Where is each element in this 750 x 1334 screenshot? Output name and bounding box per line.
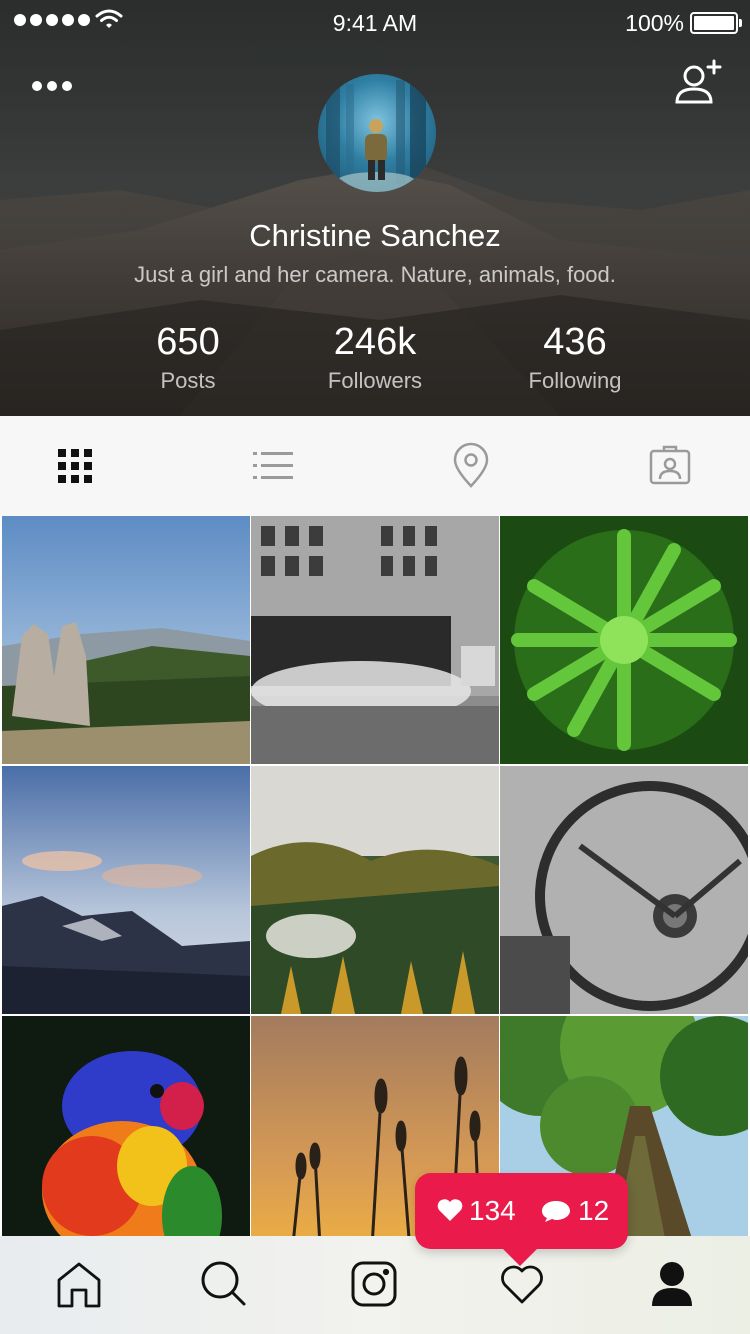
photo-grid bbox=[0, 516, 750, 1236]
stat-posts-value: 650 bbox=[156, 321, 220, 363]
add-user-button[interactable] bbox=[672, 58, 724, 108]
list-icon bbox=[253, 452, 293, 479]
heart-icon bbox=[501, 1265, 543, 1304]
nav-home[interactable] bbox=[53, 1258, 105, 1310]
nav-activity[interactable] bbox=[496, 1258, 548, 1310]
location-pin-icon bbox=[453, 442, 489, 488]
nav-profile[interactable] bbox=[646, 1258, 698, 1310]
battery-percentage: 100% bbox=[625, 10, 684, 36]
photo-rocky-mountain-forest[interactable] bbox=[2, 516, 250, 764]
bottom-tab-bar bbox=[0, 1236, 750, 1334]
likes-count: 134 bbox=[469, 1195, 516, 1226]
profile-icon bbox=[652, 1262, 692, 1306]
add-user-icon bbox=[675, 59, 722, 104]
nav-camera[interactable] bbox=[348, 1258, 400, 1310]
nav-search[interactable] bbox=[198, 1258, 250, 1310]
stat-following-label: Following bbox=[528, 368, 622, 393]
stat-followers-label: Followers bbox=[327, 368, 423, 393]
avatar[interactable] bbox=[318, 74, 436, 192]
more-dot-icon bbox=[32, 81, 42, 91]
status-bar: 9:41 AM 100% bbox=[0, 0, 750, 44]
stat-posts-label: Posts bbox=[160, 368, 216, 393]
tab-location[interactable] bbox=[446, 441, 496, 491]
tab-grid[interactable] bbox=[50, 441, 100, 491]
profile-name: Christine Sanchez bbox=[249, 218, 501, 253]
camera-icon bbox=[351, 1261, 397, 1307]
tab-tagged[interactable] bbox=[645, 441, 695, 491]
tagged-photos-icon bbox=[649, 445, 691, 485]
search-icon bbox=[201, 1261, 246, 1306]
more-options-button[interactable] bbox=[32, 74, 82, 98]
photo-mountains-dusk-sky[interactable] bbox=[2, 766, 250, 1014]
grid-icon bbox=[58, 449, 92, 483]
more-dot-icon bbox=[47, 81, 57, 91]
tab-list[interactable] bbox=[248, 441, 298, 491]
comment-bubble-icon bbox=[542, 1201, 570, 1222]
stat-followers[interactable]: 246k Followers bbox=[275, 320, 475, 394]
activity-notification-bubble[interactable]: 134 12 bbox=[415, 1173, 628, 1249]
photo-green-fern-plant[interactable] bbox=[500, 516, 748, 764]
profile-header: 9:41 AM 100% Christine Sanchez Just a gi… bbox=[0, 0, 750, 416]
more-dot-icon bbox=[62, 81, 72, 91]
view-mode-tabs bbox=[0, 416, 750, 516]
photo-foggy-autumn-forest[interactable] bbox=[251, 766, 499, 1014]
stat-following[interactable]: 436 Following bbox=[475, 320, 675, 394]
stat-posts[interactable]: 650 Posts bbox=[88, 320, 288, 394]
profile-bio: Just a girl and her camera. Nature, anim… bbox=[134, 262, 616, 287]
stat-followers-value: 246k bbox=[333, 321, 417, 363]
profile-screen: 9:41 AM 100% Christine Sanchez Just a gi… bbox=[0, 0, 750, 1334]
comments-count: 12 bbox=[578, 1195, 610, 1226]
stat-following-value: 436 bbox=[543, 321, 607, 363]
photo-rainbow-lorikeet[interactable] bbox=[2, 1016, 250, 1236]
photo-vintage-steering-wheel[interactable] bbox=[500, 766, 748, 1014]
photo-city-street-steam-bw[interactable] bbox=[251, 516, 499, 764]
avatar-photo bbox=[326, 74, 426, 192]
battery-icon bbox=[690, 12, 742, 34]
likes-heart-icon bbox=[437, 1199, 463, 1221]
home-icon bbox=[57, 1262, 101, 1308]
